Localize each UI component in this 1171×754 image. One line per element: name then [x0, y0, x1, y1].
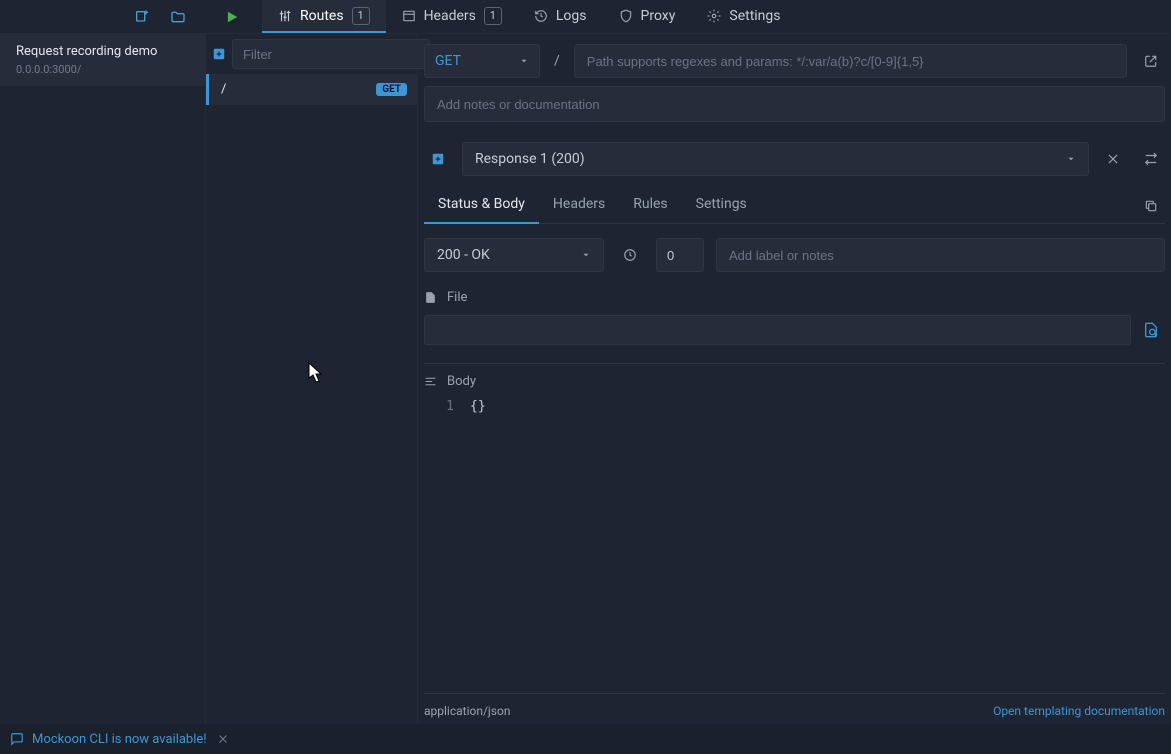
top-bar: Routes 1 Headers 1 Logs Proxy Se [0, 0, 1171, 34]
env-address: 0.0.0.0:3000/ [16, 63, 191, 76]
nav-routes[interactable]: Routes 1 [262, 0, 386, 33]
new-env-button[interactable] [124, 0, 160, 33]
editor-code[interactable]: {} [464, 395, 486, 667]
shuffle-response-button[interactable] [1137, 145, 1165, 173]
chevron-down-icon [1066, 154, 1076, 164]
method-select[interactable]: GET [424, 44, 540, 78]
file-section-label: File [424, 290, 1165, 305]
chevron-down-icon [519, 56, 529, 66]
environments-sidebar: Request recording demo 0.0.0.0:3000/ [0, 34, 206, 724]
route-method-badge: GET [376, 83, 407, 96]
main-area: Request recording demo 0.0.0.0:3000/ / G… [0, 34, 1171, 724]
status-select-value: 200 - OK [437, 247, 490, 263]
top-bar-left [0, 0, 250, 33]
response-tabs: Status & Body Headers Rules Settings [424, 188, 1165, 224]
copy-button[interactable] [1137, 192, 1165, 220]
body-editor[interactable]: 1 {} [424, 395, 1165, 667]
status-message-text: Mockoon CLI is now available! [32, 732, 207, 747]
nav-logs-label: Logs [556, 8, 587, 24]
nav-routes-label: Routes [300, 8, 344, 24]
templating-doc-link[interactable]: Open templating documentation [993, 704, 1165, 718]
routes-filter-input[interactable] [232, 39, 430, 69]
tab-status-body[interactable]: Status & Body [424, 188, 539, 224]
message-icon [10, 732, 24, 746]
file-row [424, 315, 1165, 345]
nav-headers-label: Headers [424, 8, 476, 24]
top-nav: Routes 1 Headers 1 Logs Proxy Se [262, 0, 797, 33]
nav-headers-count: 1 [484, 7, 502, 25]
response-row: Response 1 (200) [424, 142, 1165, 176]
notes-input[interactable] [424, 86, 1165, 122]
status-close-button[interactable] [217, 733, 229, 745]
tab-settings[interactable]: Settings [682, 188, 761, 224]
tab-rules[interactable]: Rules [619, 188, 681, 224]
open-folder-button[interactable] [160, 0, 196, 33]
history-icon [534, 9, 548, 23]
env-name: Request recording demo [16, 44, 191, 59]
line-number: 1 [424, 399, 454, 414]
nav-logs[interactable]: Logs [518, 0, 603, 33]
gear-icon [707, 9, 721, 23]
status-bar: Mockoon CLI is now available! [0, 724, 1171, 754]
delete-response-button[interactable] [1099, 145, 1127, 173]
response-select[interactable]: Response 1 (200) [462, 142, 1089, 176]
file-browse-button[interactable] [1137, 316, 1165, 344]
delay-input[interactable] [656, 238, 704, 272]
sliders-icon [278, 9, 292, 23]
add-response-button[interactable] [424, 145, 452, 173]
clock-icon [616, 241, 644, 269]
routes-column: / GET [206, 34, 418, 724]
content-type: application/json [424, 704, 510, 718]
path-slash: / [550, 53, 564, 69]
shield-icon [619, 9, 633, 23]
tab-headers[interactable]: Headers [539, 188, 619, 224]
nav-proxy[interactable]: Proxy [603, 0, 692, 33]
nav-settings[interactable]: Settings [691, 0, 796, 33]
status-message[interactable]: Mockoon CLI is now available! [10, 732, 207, 747]
response-select-value: Response 1 (200) [475, 151, 585, 167]
nav-headers[interactable]: Headers 1 [386, 0, 518, 33]
status-select[interactable]: 200 - OK [424, 238, 604, 272]
nav-settings-label: Settings [729, 8, 780, 24]
layout-icon [402, 9, 416, 23]
method-select-value: GET [435, 53, 461, 69]
route-content: GET / Response 1 (200) [418, 34, 1171, 724]
path-input[interactable] [574, 44, 1127, 78]
play-button[interactable] [214, 0, 250, 33]
body-content: {} [470, 399, 486, 414]
nav-routes-count: 1 [352, 7, 370, 25]
nav-proxy-label: Proxy [641, 8, 676, 24]
route-path: / [221, 82, 226, 97]
route-header: GET / [424, 44, 1165, 78]
add-route-button[interactable] [212, 40, 226, 68]
open-external-button[interactable] [1137, 44, 1165, 78]
routes-toolbar [206, 34, 417, 74]
body-label: Body [447, 374, 476, 389]
file-path-input[interactable] [424, 315, 1131, 345]
response-label-input[interactable] [716, 238, 1165, 272]
body-section-label: Body [424, 363, 1165, 389]
content-footer: application/json Open templating documen… [424, 693, 1165, 718]
file-icon [424, 291, 437, 304]
chevron-down-icon [581, 250, 591, 260]
status-row: 200 - OK [424, 238, 1165, 272]
file-label: File [447, 290, 467, 305]
align-left-icon [424, 375, 437, 388]
route-item[interactable]: / GET [206, 74, 417, 105]
env-item[interactable]: Request recording demo 0.0.0.0:3000/ [0, 34, 205, 86]
editor-gutter: 1 [424, 395, 464, 667]
